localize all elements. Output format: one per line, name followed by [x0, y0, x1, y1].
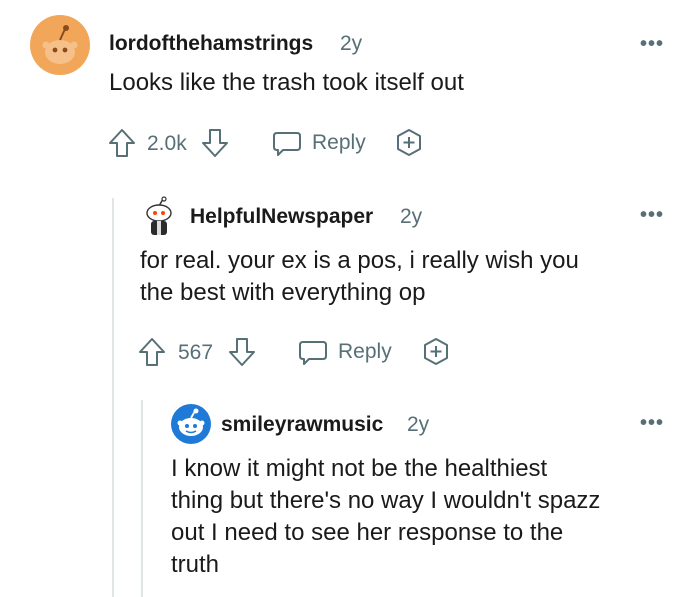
plus-award-icon	[424, 338, 448, 365]
comment-text-line: out I need to see her response to the	[171, 519, 564, 546]
comment-age: 2y	[340, 32, 363, 55]
comment-text: I know it might not be the healthiest th…	[171, 453, 600, 581]
snoo-avatar-icon	[177, 408, 205, 436]
comment-text-line: thing but there's no way I wouldn't spaz…	[171, 487, 601, 514]
more-options-icon[interactable]: •••	[640, 412, 664, 435]
reply-label: Reply	[338, 340, 392, 363]
arrow-up-icon	[109, 129, 135, 157]
comment-text-line: for real. your ex is a pos, i really wis…	[140, 247, 579, 274]
vote-count: 567	[178, 341, 214, 364]
comment-text-line: I know it might not be the healthiest	[171, 455, 548, 482]
comment-text-line: truth	[171, 551, 220, 578]
vote-count: 2.0k	[147, 132, 187, 155]
avatar[interactable]	[171, 404, 211, 444]
snoo-avatar-icon	[146, 196, 172, 235]
more-options-icon[interactable]: •••	[640, 33, 664, 56]
comment-text: Looks like the trash took itself out	[109, 69, 464, 96]
award-button[interactable]	[394, 128, 424, 163]
snoo-avatar-icon	[42, 25, 78, 64]
more-options-icon[interactable]: •••	[640, 204, 664, 227]
username[interactable]: smileyrawmusic	[221, 413, 383, 437]
plus-award-icon	[397, 129, 421, 156]
arrow-down-icon	[202, 129, 228, 157]
speech-bubble-icon	[273, 132, 301, 156]
comment-text: for real. your ex is a pos, i really wis…	[140, 245, 579, 309]
thread-line-level-2[interactable]	[141, 400, 143, 597]
avatar[interactable]	[30, 15, 90, 75]
comment-age: 2y	[400, 205, 423, 228]
award-button[interactable]	[421, 337, 451, 372]
upvote-button[interactable]	[138, 337, 166, 372]
avatar[interactable]	[140, 196, 178, 236]
upvote-button[interactable]	[108, 128, 136, 163]
downvote-button[interactable]	[201, 128, 229, 163]
arrow-down-icon	[229, 338, 255, 366]
username[interactable]: lordofthehamstrings	[109, 32, 313, 56]
speech-bubble-icon	[299, 341, 327, 365]
downvote-button[interactable]	[228, 337, 256, 372]
username[interactable]: HelpfulNewspaper	[190, 205, 373, 229]
comment-age: 2y	[407, 413, 430, 436]
reply-label: Reply	[312, 131, 366, 154]
arrow-up-icon	[139, 338, 165, 366]
thread-line-level-1[interactable]	[112, 198, 114, 597]
comment-text-line: the best with everything op	[140, 279, 426, 306]
